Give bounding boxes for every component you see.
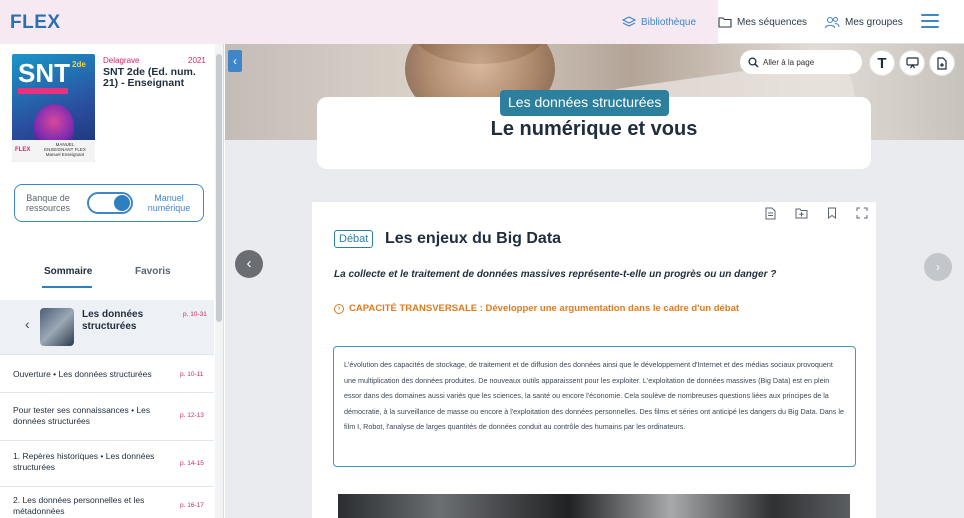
intro-text-box: L'évolution des capacités de stockage, d…: [333, 346, 856, 467]
top-bar: FLEX Bibliothèque Mes séquences Mes grou…: [0, 0, 964, 44]
toggle-label-manuel[interactable]: Manuel numérique: [139, 193, 199, 213]
users-icon: [824, 16, 840, 28]
resource-toggle[interactable]: Banque de ressources Manuel numérique: [14, 184, 204, 222]
document-type-tag: Débat: [334, 230, 374, 248]
chapter-title: Les données structurées: [82, 309, 144, 332]
nav-mes-groupes[interactable]: Mes groupes: [824, 0, 903, 44]
current-chapter[interactable]: ‹ Les données structurées p. 10-31: [0, 300, 214, 354]
layers-icon: [622, 16, 636, 27]
cover-flex-label: FLEX: [15, 147, 31, 153]
toggle-label-banque[interactable]: Banque de ressources: [15, 193, 81, 213]
document-icon[interactable]: [765, 207, 776, 223]
text-size-button[interactable]: T: [869, 50, 895, 76]
cover-series: SNT: [18, 58, 70, 88]
toggle-switch[interactable]: [87, 192, 133, 214]
present-button[interactable]: [899, 50, 925, 76]
bookmark-icon[interactable]: [827, 207, 837, 222]
toc-item-pages: p. 12-13: [180, 412, 204, 419]
toc-item[interactable]: 1. Repères historiques • Les données str…: [0, 440, 214, 486]
hamburger-icon[interactable]: [921, 14, 939, 28]
toc-item-label: Ouverture • Les données structurées: [13, 369, 152, 379]
page-title: Le numérique et vous: [490, 118, 698, 140]
toc-item-pages: p. 10-11: [180, 371, 204, 378]
toc-item-label: 2. Les données personnelles et les métad…: [13, 495, 145, 516]
folder-icon: [718, 17, 732, 28]
toc-item-pages: p. 14-15: [180, 460, 204, 467]
book-cover[interactable]: SNT 2de FLEX MANUEL ENSEIGNANT FLEX Manu…: [12, 54, 95, 162]
cover-band: [18, 88, 68, 94]
chapter-badge: Les données structurées: [500, 90, 670, 116]
sidebar-tabs: Sommaire Favoris: [0, 262, 214, 292]
toc-item[interactable]: 2. Les données personnelles et les métad…: [0, 486, 214, 518]
toc-item[interactable]: Ouverture • Les données structurées p. 1…: [0, 354, 214, 392]
add-to-folder-icon[interactable]: [795, 207, 808, 222]
toc-item-label: Pour tester ses connaissances • Les donn…: [13, 405, 151, 426]
document-title: Les enjeux du Big Data: [385, 230, 562, 247]
sidebar: SNT 2de FLEX MANUEL ENSEIGNANT FLEX Manu…: [0, 44, 224, 518]
toc-item-pages: p. 16-17: [180, 502, 204, 509]
add-document-button[interactable]: [929, 50, 955, 76]
tab-favoris[interactable]: Favoris: [135, 266, 171, 277]
nav-bibliotheque-label: Bibliothèque: [641, 16, 697, 28]
search-icon: [748, 56, 759, 67]
arrow-circle-icon: ›: [334, 303, 344, 314]
tab-sommaire[interactable]: Sommaire: [44, 266, 92, 277]
goto-page-input[interactable]: Aller à la page: [740, 50, 862, 74]
book-year: 2021: [188, 56, 206, 65]
tab-active-indicator: [42, 286, 92, 288]
present-icon: [905, 57, 919, 69]
capacite-text: CAPACITÉ TRANSVERSALE : Développer une a…: [349, 303, 740, 314]
chapter-pages: p. 10-31: [183, 311, 207, 318]
goto-page-placeholder: Aller à la page: [763, 57, 815, 67]
collapse-sidebar-button[interactable]: ‹: [228, 50, 242, 72]
chevron-left-icon[interactable]: ‹: [25, 316, 30, 332]
fullscreen-icon[interactable]: [856, 207, 868, 222]
document-question: La collecte et le traitement de données …: [334, 269, 777, 280]
nav-mes-groupes-label: Mes groupes: [845, 16, 903, 28]
next-page-button[interactable]: ›: [924, 253, 952, 281]
nav-bibliotheque[interactable]: Bibliothèque: [622, 0, 696, 44]
toc-item[interactable]: Pour tester ses connaissances • Les donn…: [0, 392, 214, 440]
nav-mes-sequences[interactable]: Mes séquences: [718, 0, 807, 44]
chapter-thumbnail: [40, 308, 74, 346]
add-document-icon: [937, 56, 947, 70]
cover-manual-label: MANUEL ENSEIGNANT FLEX Manuel Enseignant: [44, 142, 86, 157]
previous-page-button[interactable]: ‹: [235, 250, 263, 278]
book-publisher: Delagrave: [103, 56, 140, 65]
cover-level: 2de: [72, 60, 86, 69]
app-logo[interactable]: FLEX: [10, 12, 61, 34]
nav-mes-sequences-label: Mes séquences: [737, 16, 808, 28]
document-photo: [338, 494, 850, 518]
sidebar-scrollbar-thumb[interactable]: [216, 54, 222, 322]
capacite-line: › CAPACITÉ TRANSVERSALE : Développer une…: [334, 303, 739, 314]
text-size-icon: T: [877, 54, 887, 72]
header-band: [0, 0, 718, 44]
book-title: SNT 2de (Ed. num. 21) - Enseignant: [103, 66, 196, 89]
toc-item-label: 1. Repères historiques • Les données str…: [13, 451, 155, 472]
toggle-knob: [114, 195, 130, 211]
